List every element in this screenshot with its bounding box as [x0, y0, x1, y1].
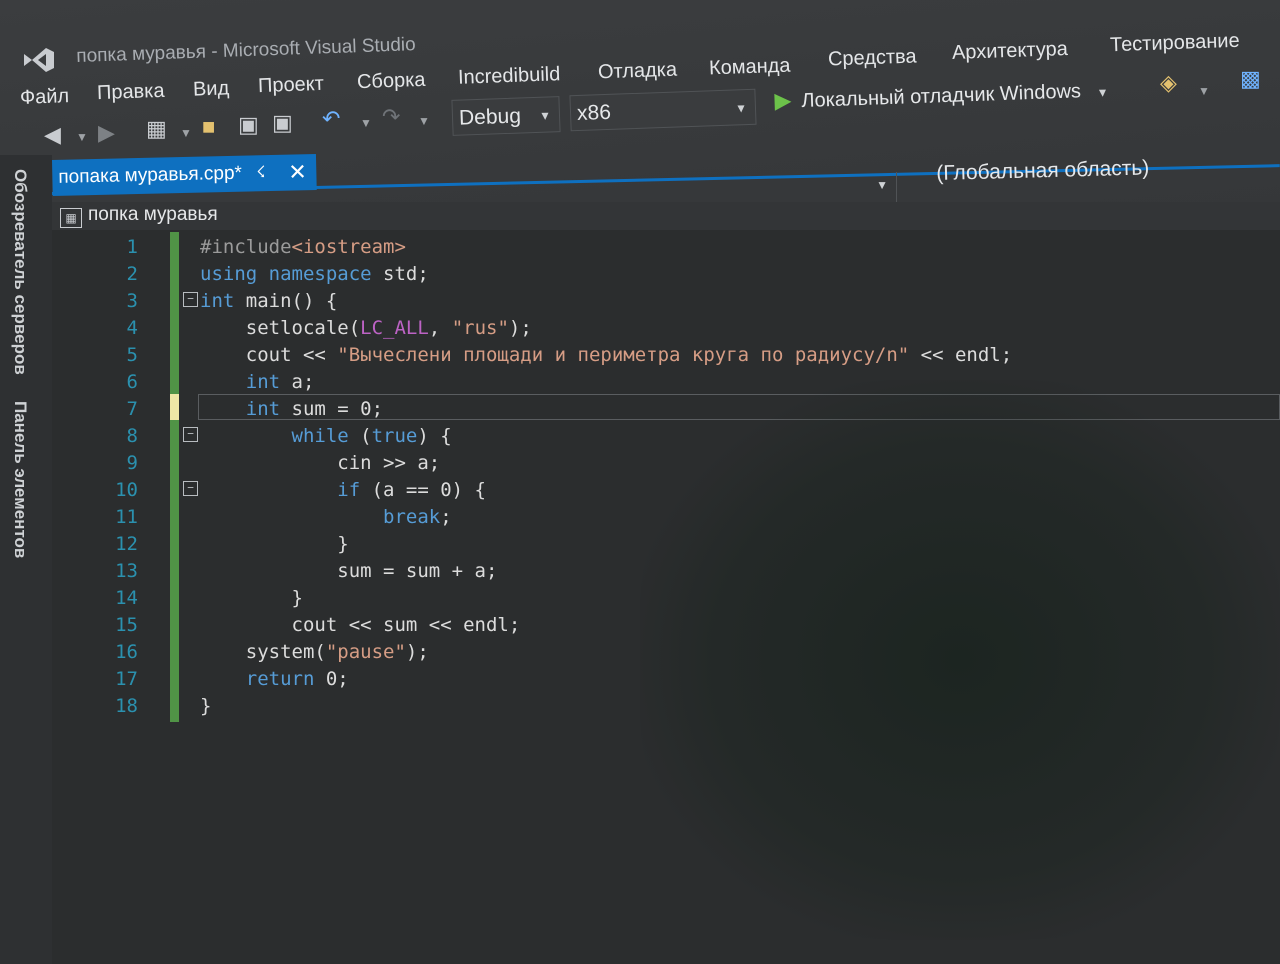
code-line[interactable]: system("pause"); [200, 641, 429, 663]
visual-studio-window: попка муравья - Microsoft Visual Studio … [0, 0, 1280, 964]
line-number: 15 [115, 614, 138, 636]
new-project-dropdown-icon[interactable]: ▼ [180, 126, 192, 140]
code-line[interactable]: #include<iostream> [200, 236, 406, 258]
back-dropdown-icon[interactable]: ▼ [76, 130, 88, 144]
menu-incredibuild[interactable]: Incredibuild [458, 63, 561, 90]
code-line[interactable]: setlocale(LC_ALL, "rus"); [200, 317, 532, 339]
new-project-icon[interactable]: ▦ [146, 116, 167, 142]
code-line[interactable]: while (true) { [200, 425, 452, 447]
line-number: 14 [115, 587, 138, 609]
line-number: 12 [115, 533, 138, 555]
line-number: 17 [115, 668, 138, 690]
toolbox-tab[interactable]: Панель элементов [10, 401, 30, 558]
code-line[interactable]: return 0; [200, 668, 349, 690]
chevron-down-icon: ▼ [1096, 85, 1109, 100]
navigation-bar [52, 202, 1280, 231]
find-in-files-icon[interactable]: ◈ [1160, 70, 1177, 96]
left-tool-panel: Обозреватель серверов Панель элементов [0, 155, 52, 964]
chevron-down-icon: ▼ [734, 101, 748, 116]
navigate-back-icon[interactable]: ◀ [44, 122, 61, 148]
menu-project[interactable]: Проект [258, 73, 325, 98]
undo-dropdown-icon[interactable]: ▼ [360, 116, 372, 130]
code-line[interactable]: cin >> a; [200, 452, 440, 474]
project-icon: ▦ [60, 208, 82, 228]
line-number: 11 [115, 506, 138, 528]
configuration-value: Debug [458, 104, 522, 130]
window-title: попка муравья - Microsoft Visual Studio [76, 34, 417, 67]
collapse-icon[interactable]: − [183, 292, 198, 307]
start-debugging-button[interactable]: ▶ Локальный отладчик Windows ▼ [774, 76, 1109, 114]
start-debugging-label: Локальный отладчик Windows [801, 80, 1082, 113]
platform-select[interactable]: x86 ▼ [569, 88, 757, 132]
menu-team[interactable]: Команда [709, 55, 791, 81]
menu-architecture[interactable]: Архитектура [952, 38, 1069, 65]
save-icon[interactable]: ▣ [238, 112, 259, 138]
line-number: 5 [126, 344, 138, 366]
line-number: 4 [126, 317, 138, 339]
code-line[interactable]: } [200, 587, 303, 609]
code-line[interactable]: } [200, 695, 211, 717]
photo-shadow [640, 380, 1280, 940]
code-line[interactable]: cout << sum << endl; [200, 614, 521, 636]
code-line[interactable]: int main() { [200, 290, 337, 312]
project-name[interactable]: попка муравья [88, 204, 218, 226]
line-number: 16 [115, 641, 138, 663]
chevron-down-icon: ▼ [876, 178, 888, 192]
collapse-icon[interactable]: − [183, 427, 198, 442]
navigate-forward-icon[interactable]: ▶ [98, 120, 115, 146]
toolbar-options-icon[interactable]: ▩ [1240, 66, 1261, 92]
redo-dropdown-icon[interactable]: ▼ [418, 114, 430, 128]
code-line[interactable]: sum = sum + a; [200, 560, 497, 582]
find-dropdown-icon[interactable]: ▼ [1198, 84, 1210, 98]
platform-value: x86 [576, 100, 612, 125]
redo-icon[interactable]: ↷ [382, 104, 400, 130]
line-number: 1 [126, 236, 138, 258]
menu-test[interactable]: Тестирование [1110, 30, 1240, 58]
menu-tools[interactable]: Средства [828, 45, 917, 71]
line-number: 18 [115, 695, 138, 717]
code-line[interactable]: int sum = 0; [200, 398, 383, 420]
line-number: 6 [126, 371, 138, 393]
change-tracking-bar [170, 232, 179, 722]
open-folder-icon[interactable]: ■ [202, 114, 215, 140]
menu-edit[interactable]: Правка [97, 80, 165, 105]
menu-build[interactable]: Сборка [357, 69, 426, 94]
menu-view[interactable]: Вид [193, 77, 230, 101]
project-scope-select[interactable]: ▼ [300, 172, 897, 202]
tab-popaka-muravya-cpp[interactable]: попака муравья.cpp* ☇ ✕ [52, 154, 317, 196]
code-line[interactable]: using namespace std; [200, 263, 429, 285]
tab-label: попака муравья.cpp* [58, 162, 243, 188]
server-explorer-tab[interactable]: Обозреватель серверов [10, 169, 30, 375]
line-number: 9 [126, 452, 138, 474]
visual-studio-logo-icon [22, 44, 56, 74]
unsaved-change-marker [170, 394, 179, 420]
code-line[interactable]: if (a == 0) { [200, 479, 486, 501]
play-icon: ▶ [774, 87, 792, 113]
menu-debug[interactable]: Отладка [598, 59, 678, 85]
menu-file[interactable]: Файл [20, 85, 70, 110]
code-line[interactable]: break; [200, 506, 452, 528]
line-number: 13 [115, 560, 138, 582]
configuration-select[interactable]: Debug ▼ [451, 96, 561, 136]
chevron-down-icon: ▼ [538, 108, 552, 123]
line-number: 10 [115, 479, 138, 501]
code-line[interactable]: cout << "Вычеслени площади и периметра к… [200, 344, 1012, 366]
collapse-icon[interactable]: − [183, 481, 198, 496]
code-line[interactable]: int a; [200, 371, 315, 393]
line-number: 3 [126, 290, 138, 312]
code-line[interactable]: } [200, 533, 348, 555]
pin-icon[interactable]: ☇ [256, 155, 266, 191]
save-all-icon[interactable]: ▣ [272, 110, 293, 136]
line-number: 8 [126, 425, 138, 447]
line-number: 2 [126, 263, 138, 285]
line-number: 7 [126, 398, 138, 420]
undo-icon[interactable]: ↶ [322, 106, 340, 132]
